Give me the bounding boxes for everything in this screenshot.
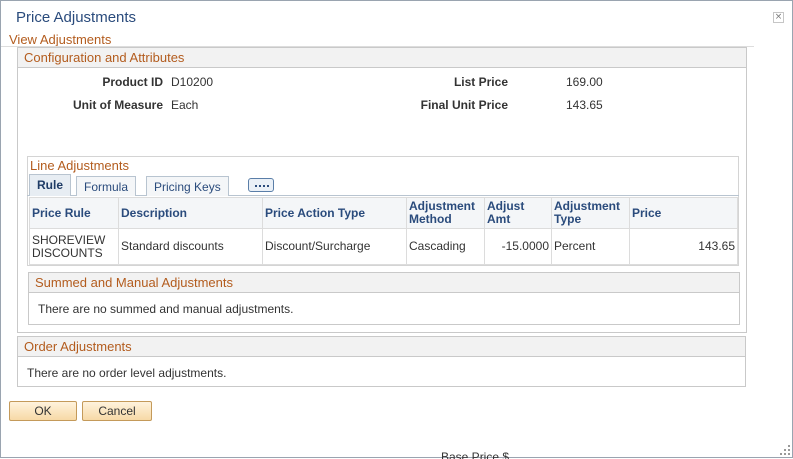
col-adjustment-type[interactable]: Adjustment Type	[551, 197, 630, 229]
col-description[interactable]: Description	[118, 197, 263, 229]
final-unit-price-value: 143.65	[566, 98, 603, 112]
line-adjustments-title: Line Adjustments	[28, 157, 738, 175]
col-price[interactable]: Price	[629, 197, 738, 229]
cell-price: 143.65	[629, 228, 738, 265]
line-adjustments-grid: Price Rule Description Price Action Type…	[29, 197, 738, 265]
resize-grip-icon[interactable]	[780, 445, 790, 455]
cancel-button[interactable]: Cancel	[82, 401, 152, 421]
order-adjustments-title: Order Adjustments	[18, 337, 745, 357]
col-price-rule[interactable]: Price Rule	[29, 197, 119, 229]
price-adjustments-dialog: Price Adjustments × View Adjustments Con…	[0, 0, 793, 459]
show-all-columns-icon[interactable]	[248, 178, 274, 192]
list-price-value: 169.00	[566, 75, 603, 89]
order-adjustments-message: There are no order level adjustments.	[27, 366, 227, 380]
summed-adjustments-title: Summed and Manual Adjustments	[29, 273, 739, 293]
line-adjustments-tabs: Rule Formula Pricing Keys	[27, 174, 739, 196]
config-attributes-title: Configuration and Attributes	[18, 48, 746, 68]
grid-header-row: Price Rule Description Price Action Type…	[29, 197, 738, 229]
cell-description: Standard discounts	[118, 228, 263, 265]
col-adjustment-method[interactable]: Adjustment Method	[406, 197, 485, 229]
cell-adjustment-type: Percent	[551, 228, 630, 265]
list-price-label: List Price	[453, 75, 508, 89]
col-price-action-type[interactable]: Price Action Type	[262, 197, 407, 229]
view-adjustments-heading: View Adjustments	[9, 32, 112, 47]
tab-formula[interactable]: Formula	[76, 176, 137, 196]
unit-of-measure-value: Each	[171, 98, 199, 112]
summed-adjustments-message: There are no summed and manual adjustmen…	[38, 302, 294, 316]
product-id-value: D10200	[171, 75, 214, 89]
close-icon[interactable]: ×	[773, 12, 784, 23]
cell-price-rule: SHOREVIEW DISCOUNTS	[29, 228, 119, 265]
cell-adjustment-method: Cascading	[406, 228, 485, 265]
final-unit-price-label: Final Unit Price	[420, 98, 508, 112]
unit-of-measure-label: Unit of Measure	[72, 98, 163, 112]
cell-adjust-amt: -15.0000	[484, 228, 552, 265]
cell-price-action-type: Discount/Surcharge	[262, 228, 407, 265]
ok-button[interactable]: OK	[9, 401, 77, 421]
tab-rule[interactable]: Rule	[29, 174, 72, 196]
product-id-label: Product ID	[102, 75, 163, 89]
dialog-title: Price Adjustments	[16, 9, 137, 26]
tab-pricing-keys[interactable]: Pricing Keys	[146, 176, 229, 196]
col-adjust-amt[interactable]: Adjust Amt	[484, 197, 552, 229]
table-row: SHOREVIEW DISCOUNTS Standard discounts D…	[29, 228, 738, 265]
order-adjustments-group: Order Adjustments There are no order lev…	[17, 336, 746, 387]
summed-adjustments-group: Summed and Manual Adjustments There are …	[28, 272, 740, 325]
dialog-titlebar: Price Adjustments ×	[1, 1, 792, 33]
